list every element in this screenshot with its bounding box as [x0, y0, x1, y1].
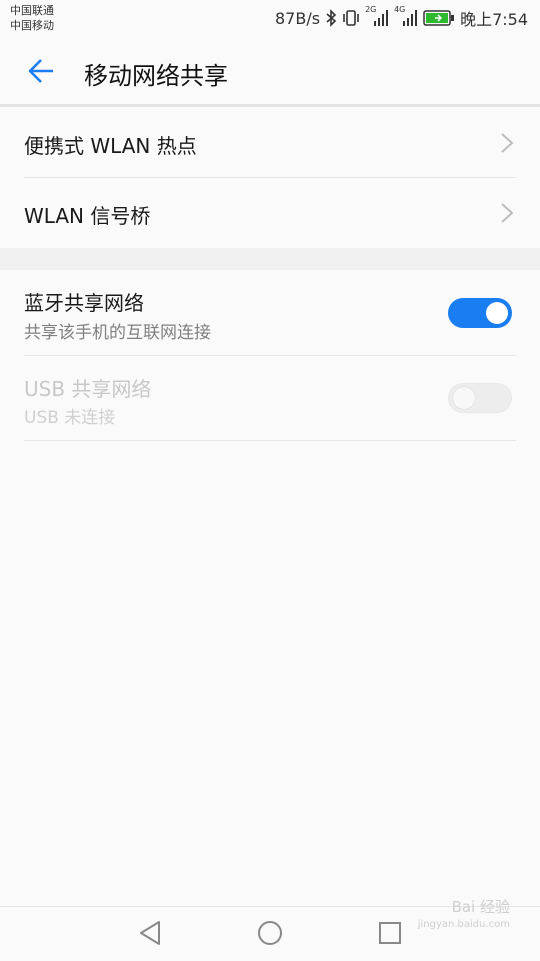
- net-speed-label: 87B/s: [275, 8, 321, 28]
- sim1-network-label: 2G: [365, 5, 377, 14]
- nav-back-button[interactable]: [136, 919, 164, 947]
- row-wlan-bridge-label: WLAN 信号桥: [24, 204, 151, 228]
- bluetooth-icon: [325, 9, 337, 27]
- usb-tethering-toggle: [448, 383, 512, 413]
- row-bluetooth-tethering-desc: 共享该手机的互联网连接: [24, 323, 211, 343]
- toggle-knob: [453, 387, 475, 409]
- battery-icon: [423, 10, 455, 26]
- header-divider: [0, 104, 540, 107]
- home-circle-icon: [258, 921, 282, 945]
- watermark-line-1: Bai 经验: [451, 898, 510, 916]
- status-bar: 中国联通 中国移动 87B/s 2G 4G 晚上7:54: [0, 0, 540, 36]
- chevron-right-icon: [501, 133, 514, 153]
- app-bar: 移动网络共享: [0, 36, 540, 106]
- vibrate-icon: [342, 9, 360, 27]
- row-usb-tethering-label: USB 共享网络: [24, 377, 152, 401]
- carrier-2-label: 中国移动: [10, 19, 54, 32]
- watermark-line-2: jingyan.baidu.com: [417, 919, 510, 930]
- sim2-network-label: 4G: [394, 5, 406, 14]
- row-usb-tethering: USB 共享网络 USB 未连接: [0, 356, 540, 440]
- carrier-info: 中国联通 中国移动: [10, 3, 54, 33]
- row-wlan-hotspot[interactable]: 便携式 WLAN 热点: [0, 108, 540, 178]
- navigation-bar: Bai 经验 jingyan.baidu.com: [0, 899, 540, 961]
- row-wlan-bridge[interactable]: WLAN 信号桥: [0, 178, 540, 248]
- toggle-knob: [486, 302, 508, 324]
- row-wlan-hotspot-label: 便携式 WLAN 热点: [24, 134, 197, 158]
- back-button[interactable]: [22, 52, 60, 90]
- chevron-right-icon: [501, 203, 514, 223]
- page-title: 移动网络共享: [84, 62, 228, 90]
- back-triangle-icon: [140, 921, 160, 945]
- row-usb-tethering-desc: USB 未连接: [24, 408, 116, 428]
- signal-icon-sim1: 2G: [365, 5, 389, 27]
- carrier-1-label: 中国联通: [10, 4, 54, 17]
- row-bluetooth-tethering-label: 蓝牙共享网络: [24, 291, 144, 315]
- watermark: Bai 经验 jingyan.baidu.com: [418, 899, 510, 933]
- recents-square-icon: [379, 922, 401, 944]
- section-separator: [0, 248, 540, 270]
- arrow-left-icon: [28, 59, 53, 83]
- signal-icon-sim2: 4G: [394, 5, 418, 27]
- nav-recents-button[interactable]: [376, 919, 404, 947]
- row-bluetooth-tethering[interactable]: 蓝牙共享网络 共享该手机的互联网连接: [0, 270, 540, 355]
- divider: [24, 440, 516, 441]
- nav-home-button[interactable]: [256, 919, 284, 947]
- bluetooth-tethering-toggle[interactable]: [448, 298, 512, 328]
- status-indicators: 87B/s 2G 4G 晚上7:54: [275, 5, 528, 30]
- clock-label: 晚上7:54: [460, 10, 528, 29]
